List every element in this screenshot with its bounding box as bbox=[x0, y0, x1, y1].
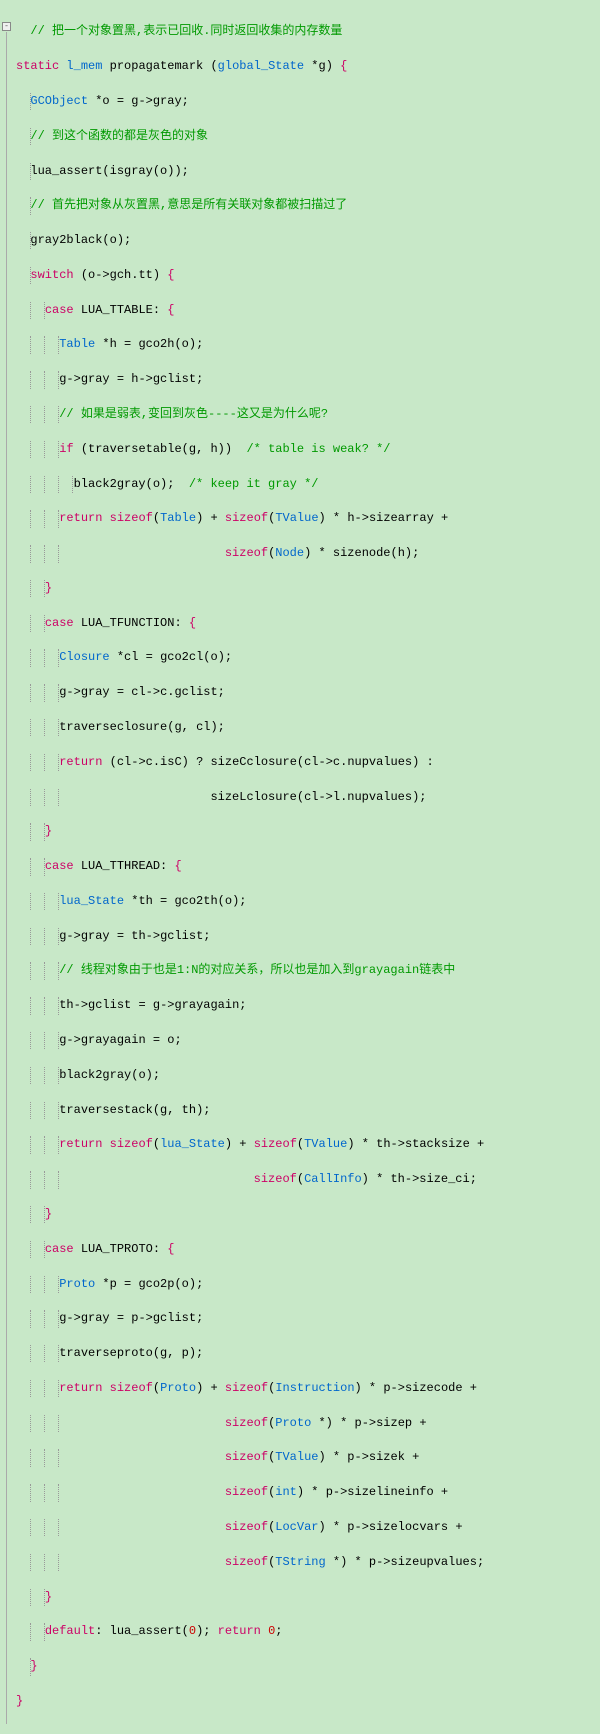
code-line: sizeof(TValue) * p->sizek + bbox=[16, 1449, 600, 1466]
code-line: } bbox=[16, 580, 600, 597]
code-line: default: lua_assert(0); return 0; bbox=[16, 1623, 600, 1640]
code-line: return (cl->c.isC) ? sizeCclosure(cl->c.… bbox=[16, 754, 600, 771]
code-line: g->gray = cl->c.gclist; bbox=[16, 684, 600, 701]
comment: // 线程对象由于也是1:N的对应关系，所以也是加入到grayagain链表中 bbox=[59, 963, 455, 977]
code-line: } bbox=[16, 1589, 600, 1606]
code-line: traverseclosure(g, cl); bbox=[16, 719, 600, 736]
fold-toggle[interactable]: - bbox=[2, 22, 11, 31]
code-line: // 到这个函数的都是灰色的对象 bbox=[16, 128, 600, 145]
code-line: gray2black(o); bbox=[16, 232, 600, 249]
code-area[interactable]: // 把一个对象置黑,表示已回收.同时返回收集的内存数量 static l_me… bbox=[16, 6, 600, 1728]
code-line: sizeof(Proto *) * p->sizep + bbox=[16, 1415, 600, 1432]
code-line: traverseproto(g, p); bbox=[16, 1345, 600, 1362]
code-line: // 首先把对象从灰置黑,意思是所有关联对象都被扫描过了 bbox=[16, 197, 600, 214]
code-line: lua_State *th = gco2th(o); bbox=[16, 893, 600, 910]
code-line: sizeof(int) * p->sizelineinfo + bbox=[16, 1484, 600, 1501]
code-line: } bbox=[16, 1658, 600, 1675]
code-line: traversestack(g, th); bbox=[16, 1102, 600, 1119]
code-line: g->gray = th->gclist; bbox=[16, 928, 600, 945]
code-line: GCObject *o = g->gray; bbox=[16, 93, 600, 110]
code-line: black2gray(o); /* keep it gray */ bbox=[16, 476, 600, 493]
gutter: - bbox=[0, 0, 12, 1734]
comment: // 把一个对象置黑,表示已回收.同时返回收集的内存数量 bbox=[30, 24, 342, 38]
code-line: g->grayagain = o; bbox=[16, 1032, 600, 1049]
code-line: return sizeof(Proto) + sizeof(Instructio… bbox=[16, 1380, 600, 1397]
comment: // 如果是弱表,变回到灰色----这又是为什么呢? bbox=[59, 407, 328, 421]
code-line: case LUA_TTHREAD: { bbox=[16, 858, 600, 875]
code-line: lua_assert(isgray(o)); bbox=[16, 163, 600, 180]
code-line: case LUA_TTABLE: { bbox=[16, 302, 600, 319]
code-line: th->gclist = g->grayagain; bbox=[16, 997, 600, 1014]
code-line: Closure *cl = gco2cl(o); bbox=[16, 649, 600, 666]
code-line: g->gray = h->gclist; bbox=[16, 371, 600, 388]
code-line: // 把一个对象置黑,表示已回收.同时返回收集的内存数量 bbox=[16, 23, 600, 40]
code-line: // 线程对象由于也是1:N的对应关系，所以也是加入到grayagain链表中 bbox=[16, 962, 600, 979]
code-line: case LUA_TPROTO: { bbox=[16, 1241, 600, 1258]
code-line: black2gray(o); bbox=[16, 1067, 600, 1084]
code-line: case LUA_TFUNCTION: { bbox=[16, 615, 600, 632]
code-line: sizeof(Node) * sizenode(h); bbox=[16, 545, 600, 562]
code-line: } bbox=[16, 1693, 600, 1710]
code-line: static l_mem propagatemark (global_State… bbox=[16, 58, 600, 75]
comment: // 首先把对象从灰置黑,意思是所有关联对象都被扫描过了 bbox=[30, 198, 347, 212]
code-line: Table *h = gco2h(o); bbox=[16, 336, 600, 353]
comment: // 到这个函数的都是灰色的对象 bbox=[30, 129, 208, 143]
code-line: g->gray = p->gclist; bbox=[16, 1310, 600, 1327]
code-line: sizeof(LocVar) * p->sizelocvars + bbox=[16, 1519, 600, 1536]
code-line: sizeLclosure(cl->l.nupvalues); bbox=[16, 789, 600, 806]
code-line: sizeof(TString *) * p->sizeupvalues; bbox=[16, 1554, 600, 1571]
code-line: // 如果是弱表,变回到灰色----这又是为什么呢? bbox=[16, 406, 600, 423]
code-line: return sizeof(lua_State) + sizeof(TValue… bbox=[16, 1136, 600, 1153]
code-line: } bbox=[16, 823, 600, 840]
code-line: switch (o->gch.tt) { bbox=[16, 267, 600, 284]
code-line: Proto *p = gco2p(o); bbox=[16, 1276, 600, 1293]
code-line: sizeof(CallInfo) * th->size_ci; bbox=[16, 1171, 600, 1188]
code-line: if (traversetable(g, h)) /* table is wea… bbox=[16, 441, 600, 458]
code-line: } bbox=[16, 1206, 600, 1223]
code-line: return sizeof(Table) + sizeof(TValue) * … bbox=[16, 510, 600, 527]
fold-guide bbox=[6, 32, 7, 1724]
